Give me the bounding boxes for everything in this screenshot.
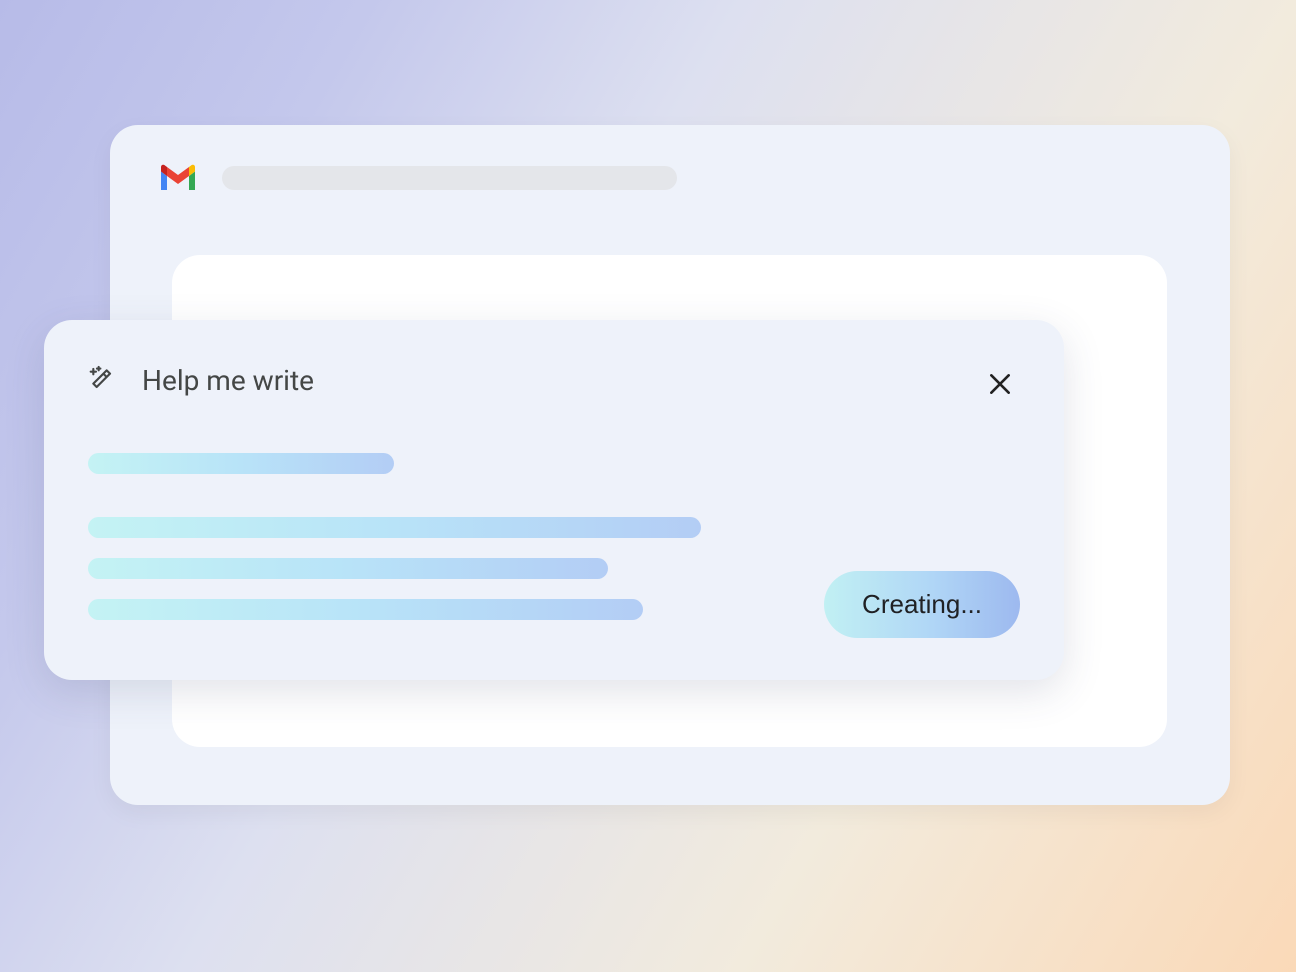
gmail-header xyxy=(110,125,1230,223)
skeleton-line xyxy=(88,453,394,474)
panel-header: Help me write xyxy=(88,364,1020,397)
gmail-logo-icon xyxy=(158,163,198,193)
panel-title: Help me write xyxy=(142,364,1020,397)
close-icon xyxy=(987,371,1013,397)
skeleton-line xyxy=(88,599,643,620)
magic-wand-icon xyxy=(88,365,120,397)
search-bar-placeholder[interactable] xyxy=(222,166,677,190)
help-me-write-panel: Help me write Creating... xyxy=(44,320,1064,680)
skeleton-line xyxy=(88,558,608,579)
skeleton-line xyxy=(88,517,701,538)
creating-status-button[interactable]: Creating... xyxy=(824,571,1020,638)
close-button[interactable] xyxy=(986,370,1014,398)
